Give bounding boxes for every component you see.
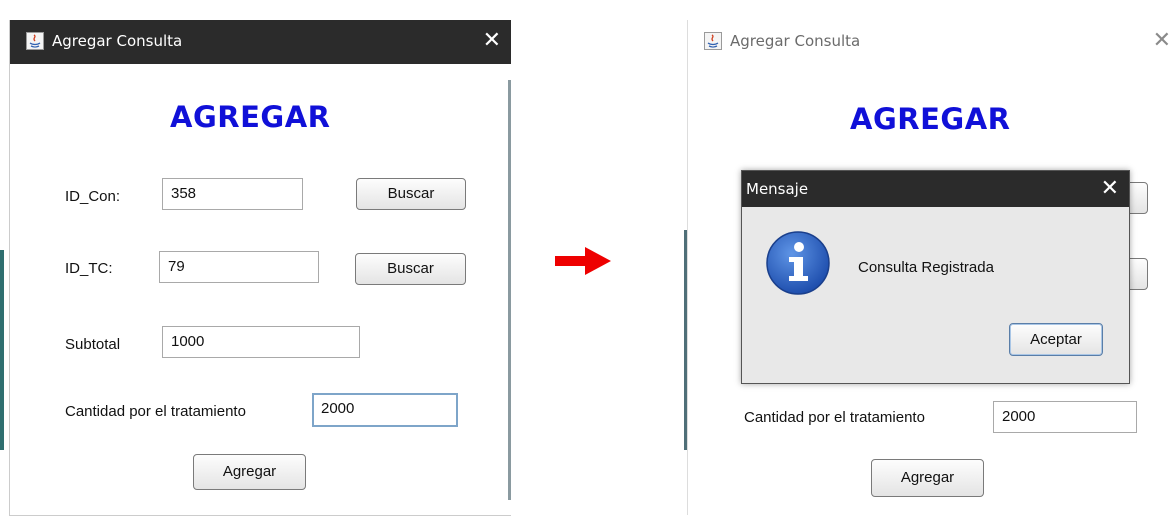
id-con-label: ID_Con: <box>65 188 121 205</box>
java-app-icon <box>704 32 722 50</box>
right-window-title: Agregar Consulta <box>730 32 861 50</box>
subtotal-label: Subtotal <box>65 336 121 353</box>
left-window: Agregar Consulta ✕ AGREGAR ID_Con: 358 B… <box>9 20 511 516</box>
aceptar-button[interactable]: Aceptar <box>1009 323 1103 356</box>
left-window-titlebar[interactable]: Agregar Consulta ✕ <box>10 20 511 64</box>
arrow-right-icon <box>555 247 611 275</box>
cantidad-label: Cantidad por el tratamiento <box>744 409 925 426</box>
buscar-tc-button[interactable]: Buscar <box>355 253 466 285</box>
dialog-message: Consulta Registrada <box>858 259 994 276</box>
close-icon[interactable]: ✕ <box>1153 26 1171 56</box>
page-heading: AGREGAR <box>850 102 1011 136</box>
page-heading: AGREGAR <box>170 100 331 134</box>
subtotal-field[interactable]: 1000 <box>162 326 360 358</box>
cantidad-field[interactable]: 2000 <box>312 393 458 427</box>
id-con-field[interactable]: 358 <box>162 178 303 210</box>
info-icon <box>766 231 830 295</box>
background-edge-mid <box>508 80 511 500</box>
close-icon[interactable]: ✕ <box>1101 174 1119 204</box>
message-dialog: Mensaje ✕ Consulta Registrada Aceptar <box>741 170 1130 384</box>
id-tc-label: ID_TC: <box>65 260 113 277</box>
left-window-title: Agregar Consulta <box>52 32 183 50</box>
agregar-button[interactable]: Agregar <box>871 459 984 497</box>
cantidad-field[interactable]: 2000 <box>993 401 1137 433</box>
agregar-button[interactable]: Agregar <box>193 454 306 490</box>
close-icon[interactable]: ✕ <box>483 26 501 56</box>
buscar-con-button[interactable]: Buscar <box>356 178 466 210</box>
dialog-titlebar[interactable]: Mensaje ✕ <box>742 171 1129 207</box>
java-app-icon <box>26 32 44 50</box>
dialog-title: Mensaje <box>746 180 809 198</box>
right-window-titlebar[interactable]: Agregar Consulta ✕ <box>688 20 1172 64</box>
id-tc-field[interactable]: 79 <box>159 251 319 283</box>
background-edge-left <box>0 250 4 450</box>
cantidad-label: Cantidad por el tratamiento <box>65 403 246 420</box>
